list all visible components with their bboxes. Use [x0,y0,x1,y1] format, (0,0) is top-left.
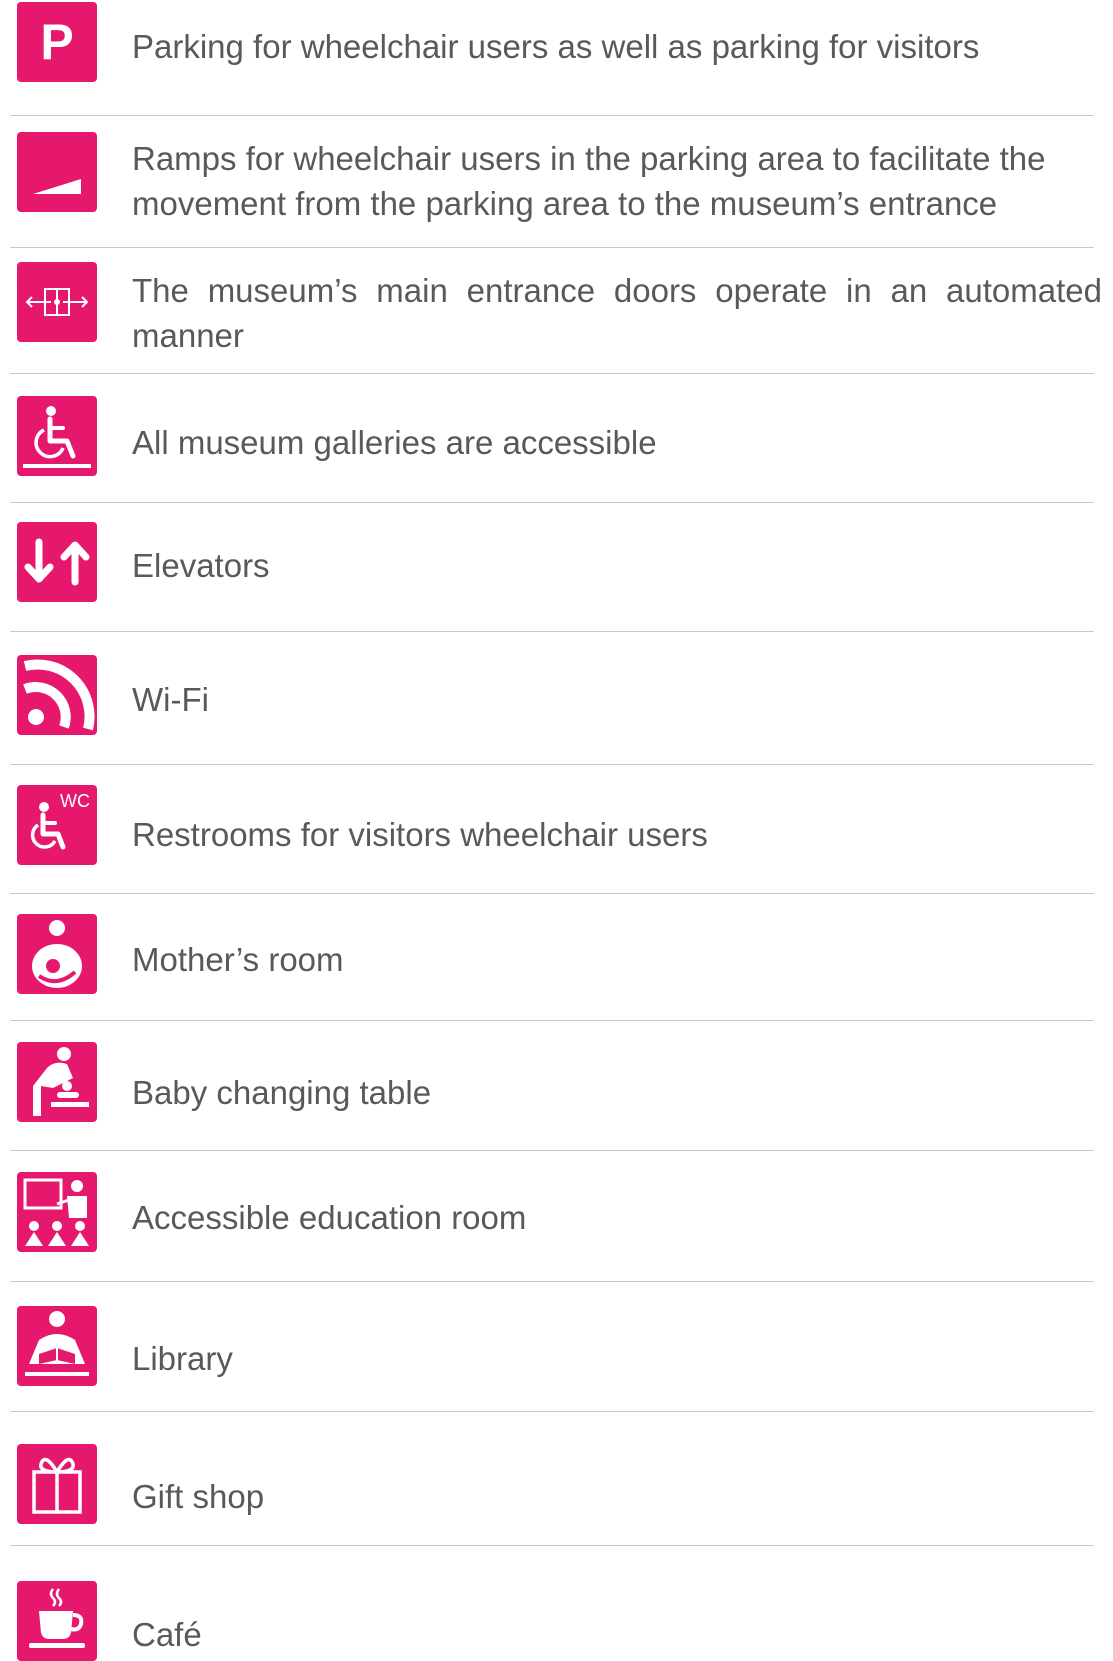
divider [10,502,1094,503]
item-label: Elevators [132,547,270,584]
divider [10,1150,1094,1151]
baby-changing-icon [17,1042,97,1122]
divider [10,1020,1094,1021]
divider [10,893,1094,894]
item-label: Parking for wheelchair users as well as … [132,28,980,65]
item-label: Gift shop [132,1478,265,1515]
parking-icon: P [17,2,97,82]
item-label: Wi-Fi [132,681,209,718]
automatic-door-icon [17,262,97,342]
divider [10,247,1094,248]
item-label: Mother’s room [132,941,344,978]
wc-glyph: WC [60,791,90,811]
parking-glyph: P [40,14,73,70]
wheelchair-accessible-icon [17,396,97,476]
mother-nursing-icon [17,914,97,994]
item-label: The museum’s main entrance doors operate… [132,272,1102,354]
item-label: Ramps for wheelchair users in the parkin… [132,140,1046,222]
item-label: Library [132,1340,233,1377]
item-label: Café [132,1616,202,1653]
divider [10,1411,1094,1412]
accessible-restroom-icon: WC [17,785,97,865]
coffee-cup-icon [17,1581,97,1661]
library-reader-icon [17,1306,97,1386]
education-room-icon [17,1172,97,1252]
divider [10,764,1094,765]
item-label: All museum galleries are accessible [132,424,657,461]
divider [10,115,1094,116]
divider [10,1281,1094,1282]
wifi-icon [17,655,97,735]
ramp-icon [17,132,97,212]
divider [10,373,1094,374]
gift-box-icon [17,1444,97,1524]
item-label: Baby changing table [132,1074,432,1111]
elevator-arrows-icon [17,522,97,602]
item-label: Restrooms for visitors wheelchair users [132,816,708,853]
item-label: Accessible education room [132,1199,527,1236]
divider [10,1545,1094,1546]
divider [10,631,1094,632]
